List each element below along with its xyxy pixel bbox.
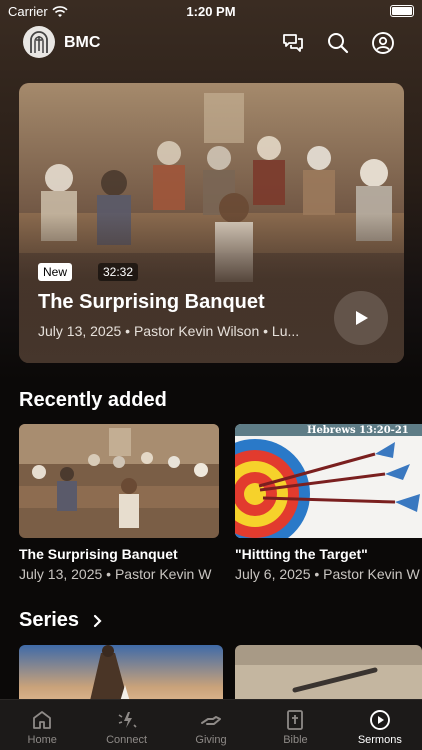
tab-connect[interactable]: Connect [84, 700, 168, 750]
series-card[interactable] [235, 645, 422, 705]
target-arrows-image: Hebrews 13:20-21 [235, 424, 422, 538]
sermon-thumbnail [19, 424, 219, 538]
sermon-card-meta: July 13, 2025 • Pastor Kevin W [19, 566, 212, 582]
series-header[interactable]: Series [19, 609, 103, 632]
app-header: BMC [0, 26, 422, 62]
sermon-card-meta: July 6, 2025 • Pastor Kevin W [235, 566, 420, 582]
giving-icon [201, 716, 222, 725]
sermons-icon [369, 710, 390, 730]
banquet-image [19, 424, 219, 538]
recently-added-heading: Recently added [19, 389, 167, 411]
bible-icon [287, 710, 304, 730]
sermon-card-title: The Surprising Banquet [19, 546, 178, 562]
featured-sermon-card[interactable]: New 32:32 The Surprising Banquet July 13… [19, 83, 404, 363]
series-heading: Series [19, 609, 80, 631]
featured-sermon-title: The Surprising Banquet [38, 291, 265, 313]
series-thumbnail-sky [19, 645, 223, 705]
tab-giving[interactable]: Giving [169, 700, 253, 750]
duration-badge: 32:32 [98, 263, 139, 281]
battery-icon [390, 5, 414, 17]
app-title: BMC [64, 34, 101, 51]
status-time: 1:20 PM [186, 4, 236, 19]
featured-sermon-meta: July 13, 2025 • Pastor Kevin Wilson • Lu… [38, 323, 300, 339]
search-icon[interactable] [326, 31, 350, 55]
scripture-overlay: Hebrews 13:20-21 [307, 425, 409, 436]
chevron-right-icon [93, 614, 102, 627]
tab-sermons[interactable]: Sermons [338, 700, 422, 750]
arch-cross-icon [30, 31, 48, 53]
sermon-card[interactable]: The Surprising Banquet July 13, 2025 • P… [19, 424, 219, 582]
tab-home-label: Home [27, 734, 57, 746]
play-icon [356, 311, 368, 325]
church-logo[interactable] [23, 26, 55, 58]
home-icon [33, 711, 52, 729]
sermon-card-title: "Hittting the Target" [235, 546, 368, 562]
series-card[interactable] [19, 645, 223, 705]
bottom-tab-bar: Home Connect Giving Bible Sermons [0, 699, 422, 750]
tab-sermons-label: Sermons [357, 734, 402, 746]
tab-connect-label: Connect [106, 734, 148, 746]
sermon-thumbnail: Hebrews 13:20-21 [235, 424, 422, 538]
sermon-card[interactable]: Hebrews 13:20-21 "Hittting the Target" J… [235, 424, 422, 582]
status-bar: Carrier 1:20 PM [0, 0, 422, 22]
play-button[interactable] [334, 291, 388, 345]
new-badge: New [38, 263, 73, 281]
connect-icon [118, 712, 137, 728]
tab-giving-label: Giving [195, 734, 227, 746]
tab-bible-label: Bible [283, 734, 308, 746]
chat-icon[interactable] [281, 31, 305, 55]
tab-bible[interactable]: Bible [253, 700, 337, 750]
tab-home[interactable]: Home [0, 700, 84, 750]
profile-icon[interactable] [371, 31, 395, 55]
series-thumbnail-paper [235, 645, 422, 705]
